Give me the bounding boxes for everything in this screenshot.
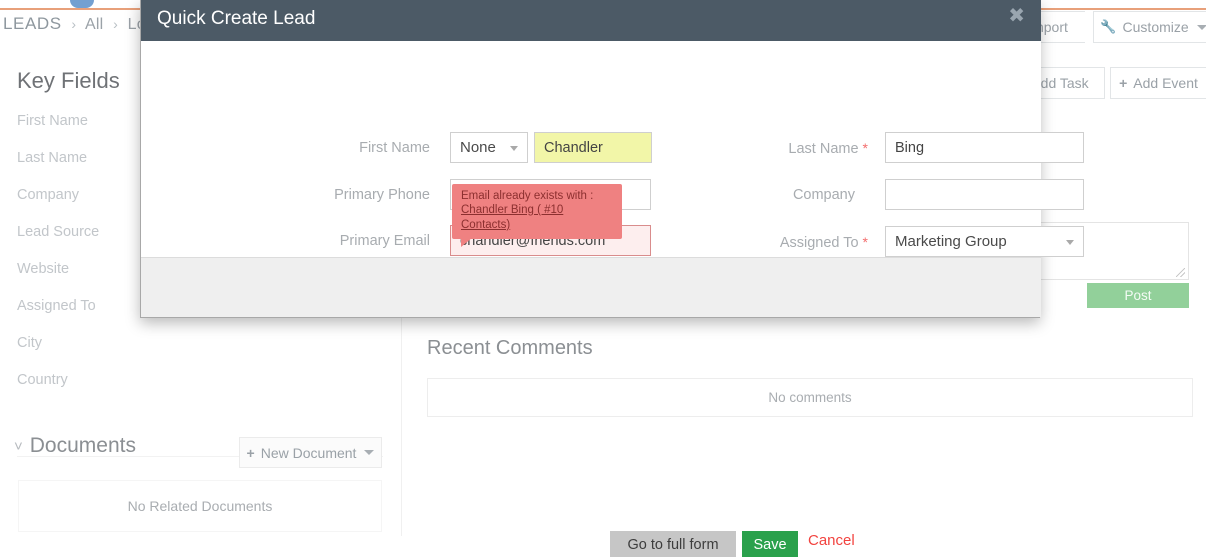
chevron-down-icon[interactable]: ˅: [14, 438, 23, 455]
assigned-to-label-text: Assigned To: [779, 235, 859, 251]
primary-phone-label: Primary Phone: [334, 187, 430, 203]
required-asterisk: *: [862, 234, 868, 250]
cancel-button[interactable]: Cancel: [808, 532, 855, 549]
modal-body: First Name None Primary Phone Primary Em…: [141, 41, 1084, 259]
breadcrumb-separator-icon: ›: [71, 16, 77, 32]
modal-header: Quick Create Lead ✖: [141, 0, 1041, 41]
customize-button[interactable]: 🔧 Customize: [1093, 11, 1206, 43]
wrench-icon: 🔧: [1100, 19, 1117, 34]
no-comments-text: No comments: [768, 390, 852, 405]
customize-button-label: Customize: [1122, 19, 1189, 35]
salutation-select-value: None: [460, 139, 496, 156]
company-label: Company: [792, 187, 855, 203]
assigned-to-select-value: Marketing Group: [895, 233, 1007, 250]
first-name-input[interactable]: [534, 132, 652, 163]
salutation-select[interactable]: None: [450, 132, 528, 163]
post-button-label: Post: [1124, 288, 1152, 303]
breadcrumb-separator-icon: ›: [113, 16, 118, 32]
page-title: Key Fields: [17, 68, 120, 93]
required-asterisk: *: [862, 140, 868, 156]
add-event-button[interactable]: + Add Event: [1110, 67, 1206, 99]
error-tooltip-line1: Email already exists with :: [461, 190, 594, 202]
primary-email-label: Primary Email: [339, 233, 430, 249]
save-button[interactable]: Save: [742, 531, 798, 557]
breadcrumb-item-all[interactable]: All: [85, 16, 103, 33]
app-root: LEADS › All › Local List mport 🔧 Customi…: [0, 0, 1206, 557]
last-name-label: Last Name *: [741, 132, 868, 165]
go-to-full-form-button[interactable]: Go to full form: [610, 531, 736, 557]
documents-section-header[interactable]: ˅ Documents: [14, 434, 136, 458]
email-duplicate-error-tooltip: Email already exists with : Chandler Bin…: [452, 184, 622, 247]
error-tooltip-contact-link[interactable]: Chandler Bing ( #10 Contacts): [461, 203, 613, 233]
logo-icon: [70, 0, 94, 8]
first-name-label: First Name: [359, 140, 430, 156]
documents-section-title: Documents: [29, 434, 136, 457]
breadcrumb-root[interactable]: LEADS: [3, 14, 62, 33]
chevron-down-icon: [1196, 24, 1206, 30]
post-button[interactable]: Post: [1087, 283, 1189, 308]
quick-create-lead-modal: Quick Create Lead ✖ First Name None Prim…: [140, 0, 1084, 557]
chevron-down-icon: [364, 450, 375, 455]
last-name-label-text: Last Name: [788, 141, 859, 157]
plus-icon: +: [246, 444, 255, 461]
documents-empty-state: No Related Documents: [18, 480, 382, 532]
assigned-to-select[interactable]: Marketing Group: [885, 226, 1084, 257]
modal-title: Quick Create Lead: [157, 8, 316, 29]
last-name-input[interactable]: [885, 132, 1084, 163]
plus-icon: +: [1119, 75, 1128, 91]
modal-footer: Go to full form Save Cancel: [141, 257, 1041, 557]
new-document-button-label: New Document: [260, 444, 357, 461]
add-event-button-label: Add Event: [1133, 75, 1198, 91]
chevron-down-icon: [510, 145, 518, 151]
assigned-to-label: Assigned To *: [727, 226, 868, 259]
company-input[interactable]: [885, 179, 1084, 210]
recent-comments-empty-state: No comments: [427, 378, 1193, 417]
list-item: Country: [17, 372, 68, 388]
recent-comments-title: Recent Comments: [427, 337, 593, 359]
chevron-down-icon: [1066, 239, 1074, 245]
list-item: City: [17, 335, 42, 351]
resize-handle[interactable]: [1176, 268, 1185, 277]
new-document-button[interactable]: + New Document: [239, 437, 382, 468]
close-icon[interactable]: ✖: [1008, 6, 1025, 26]
documents-empty-text: No Related Documents: [127, 498, 273, 514]
